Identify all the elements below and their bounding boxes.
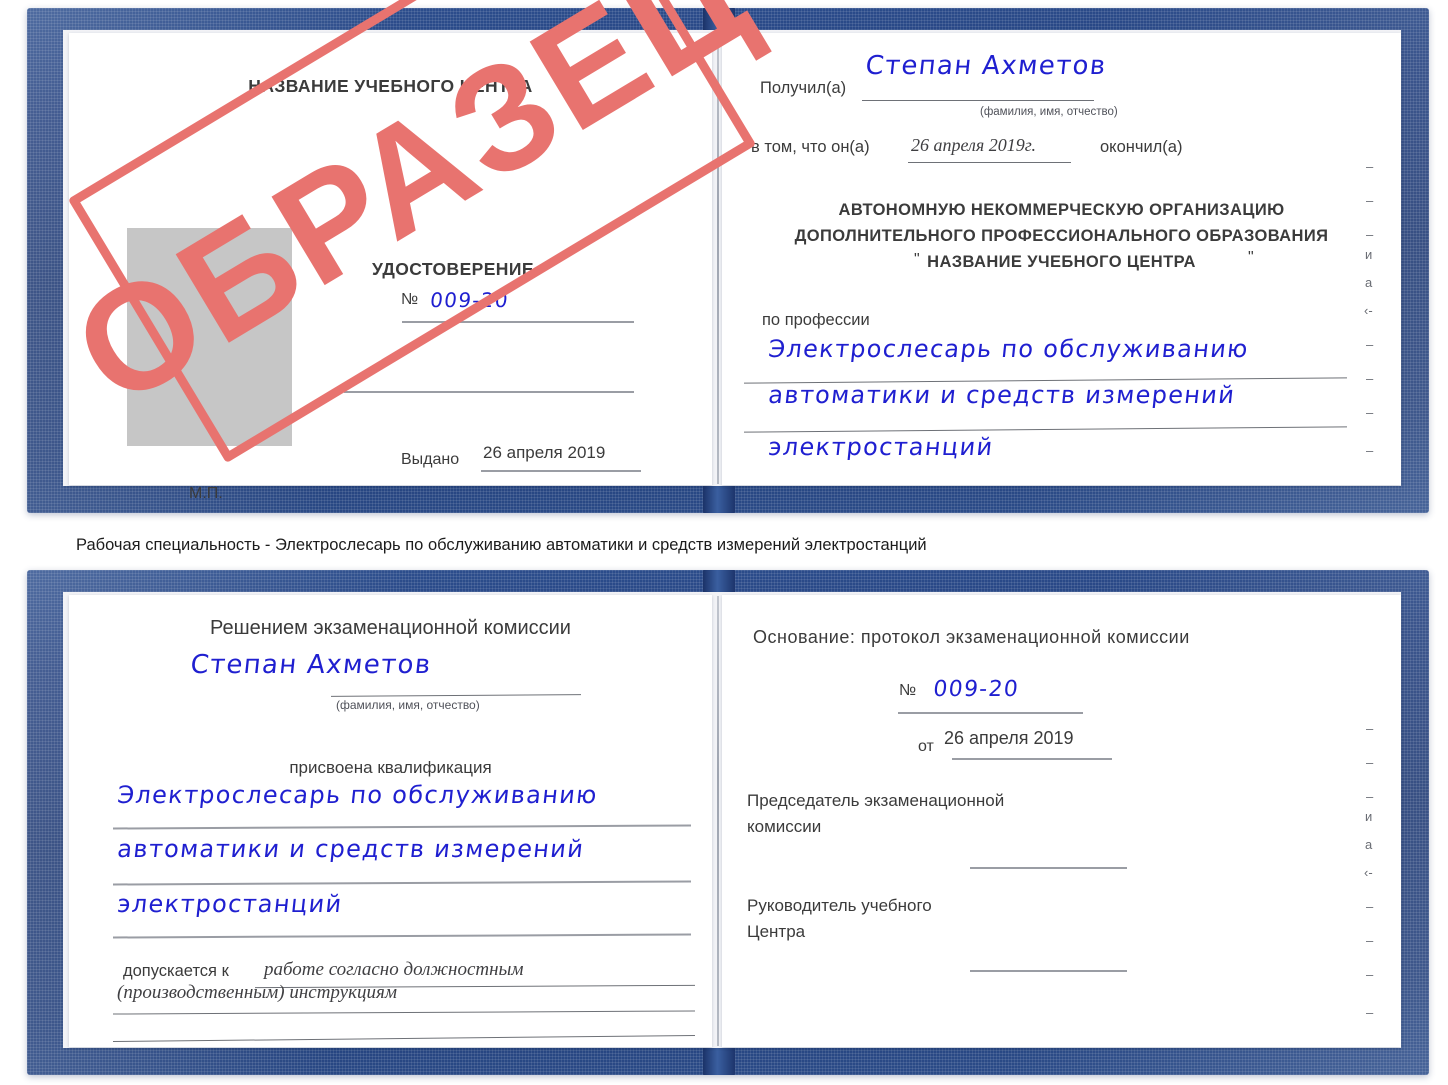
basis-label: Основание: протокол экзаменационной коми…: [753, 627, 1190, 647]
issued-label: Выдано: [401, 451, 460, 468]
edge-mark-6: –: [1366, 337, 1374, 352]
received-label: Получил(а): [760, 79, 847, 97]
edge-mark-b-2: –: [1366, 789, 1374, 804]
qualification-line-2: автоматики и средств измерений: [116, 835, 586, 863]
spine-tab-bottom: [703, 484, 735, 513]
chairman-line-1: Председатель экзаменационной: [747, 791, 1005, 810]
organization-line-2: ДОПОЛНИТЕЛЬНОГО ПРОФЕССИОНАЛЬНОГО ОБРАЗО…: [794, 227, 1329, 245]
center-fold-bottom: [717, 596, 719, 1046]
chairman-signature-rule: [970, 867, 1127, 869]
edge-mark-9: –: [1366, 443, 1374, 458]
decision-name-value: Степан Ахметов: [189, 650, 434, 680]
organization-line-3: НАЗВАНИЕ УЧЕБНОГО ЦЕНТРА: [927, 253, 1196, 271]
certificate-number-rule: [402, 321, 634, 323]
edge-mark-b-8: –: [1366, 967, 1374, 982]
recipient-name-value: Степан Ахметов: [864, 51, 1109, 81]
profession-line-3: электростанций: [767, 433, 995, 461]
organization-quote-close: ": [1248, 249, 1254, 266]
edge-mark-5: ‹-: [1364, 303, 1373, 318]
profession-rule-2: [744, 426, 1347, 433]
page-caption: Рабочая специальность - Электрослесарь п…: [76, 536, 927, 554]
edge-mark-b-6: –: [1366, 899, 1374, 914]
certificate-bottom: Решением экзаменационной комиссии Степан…: [27, 570, 1429, 1075]
qualification-line-3: электростанций: [116, 890, 344, 918]
protocol-date-value: 26 апреля 2019: [944, 728, 1074, 748]
page-bottom-left: Решением экзаменационной комиссии Степан…: [69, 595, 712, 1047]
profession-label: по профессии: [762, 311, 870, 329]
qualification-label: присвоена квалификация: [289, 758, 492, 777]
edge-mark-b-4: а: [1365, 837, 1373, 852]
issued-date-rule: [481, 470, 641, 472]
fio-hint-top: (фамилия, имя, отчество): [980, 106, 1118, 118]
edge-mark-7: –: [1366, 371, 1374, 386]
protocol-date-label: от: [918, 738, 934, 755]
certificate-number-value: 009-20: [429, 288, 511, 312]
in-that-label: в том, что он(а): [751, 138, 870, 156]
issued-date-value: 26 апреля 2019: [483, 443, 606, 462]
spine-tab-bottom-bottom: [703, 1046, 735, 1075]
graduation-date-rule: [908, 162, 1071, 164]
edge-mark-3: и: [1365, 247, 1373, 262]
edge-mark-b-3: и: [1365, 809, 1373, 824]
organization-quote-open: ": [914, 251, 920, 268]
edge-mark-b-0: –: [1366, 721, 1374, 736]
edge-mark-1: –: [1366, 193, 1374, 208]
seal-place-label: М.П.: [189, 485, 223, 502]
protocol-date-rule: [952, 758, 1112, 760]
edge-mark-b-7: –: [1366, 933, 1374, 948]
edge-mark-4: а: [1365, 275, 1373, 290]
edge-mark-b-9: –: [1366, 1005, 1374, 1020]
edge-mark-8: –: [1366, 405, 1374, 420]
protocol-number-value: 009-20: [932, 677, 1021, 702]
admitted-label: допускается к: [123, 962, 229, 980]
blank-rule-1: [344, 391, 634, 393]
qualification-rule-1: [113, 824, 691, 830]
center-fold-top: [717, 34, 719, 484]
document-type-title: УДОСТОВЕРЕНИЕ: [372, 259, 534, 279]
certificate-number-label: №: [401, 291, 419, 308]
head-line-2: Центра: [747, 922, 806, 941]
page-top-right: Получил(а) Степан Ахметов (фамилия, имя,…: [722, 33, 1401, 485]
edge-mark-0: –: [1366, 159, 1374, 174]
decision-header: Решением экзаменационной комиссии: [210, 617, 571, 639]
decision-name-rule: [330, 694, 582, 698]
profession-line-2: автоматики и средств измерений: [767, 381, 1237, 409]
page-bottom-right: Основание: протокол экзаменационной коми…: [722, 595, 1401, 1047]
edge-marks-top: – – – и а ‹- – – – –: [1362, 159, 1392, 469]
head-signature-rule: [970, 970, 1127, 972]
edge-mark-b-1: –: [1366, 755, 1374, 770]
admitted-rule-2: [113, 1010, 695, 1015]
profession-line-1: Электрослесарь по обслуживанию: [767, 335, 1251, 363]
chairman-line-2: комиссии: [747, 817, 822, 836]
admitted-value-line-1: работе согласно должностным: [264, 959, 524, 980]
graduation-date-value: 26 апреля 2019г.: [911, 135, 1037, 155]
admitted-value-line-2: (производственным) инструкциям: [117, 982, 397, 1003]
qualification-rule-3: [113, 933, 691, 939]
recipient-name-rule: [862, 100, 1094, 102]
qualification-rule-2: [113, 880, 691, 886]
page-top-left: НАЗВАНИЕ УЧЕБНОГО ЦЕНТРА УДОСТОВЕРЕНИЕ №…: [69, 33, 712, 502]
edge-marks-bottom: – – – и а ‹- – – – –: [1362, 721, 1392, 1031]
organization-line-1: АВТОНОМНУЮ НЕКОММЕРЧЕСКУЮ ОРГАНИЗАЦИЮ: [838, 201, 1285, 219]
head-line-1: Руководитель учебного: [747, 896, 932, 915]
protocol-number-rule: [898, 712, 1083, 714]
certificate-top: НАЗВАНИЕ УЧЕБНОГО ЦЕНТРА УДОСТОВЕРЕНИЕ №…: [27, 8, 1429, 513]
edge-mark-2: –: [1366, 227, 1374, 242]
photo-placeholder: [127, 228, 292, 446]
edge-mark-b-5: ‹-: [1364, 865, 1373, 880]
fio-hint-bottom: (фамилия, имя, отчество): [336, 698, 480, 712]
finished-label: окончил(а): [1100, 138, 1183, 156]
training-center-header: НАЗВАНИЕ УЧЕБНОГО ЦЕНТРА: [248, 76, 533, 96]
qualification-line-1: Электрослесарь по обслуживанию: [116, 781, 600, 809]
protocol-number-label: №: [899, 682, 917, 699]
admitted-rule-3: [113, 1034, 695, 1043]
